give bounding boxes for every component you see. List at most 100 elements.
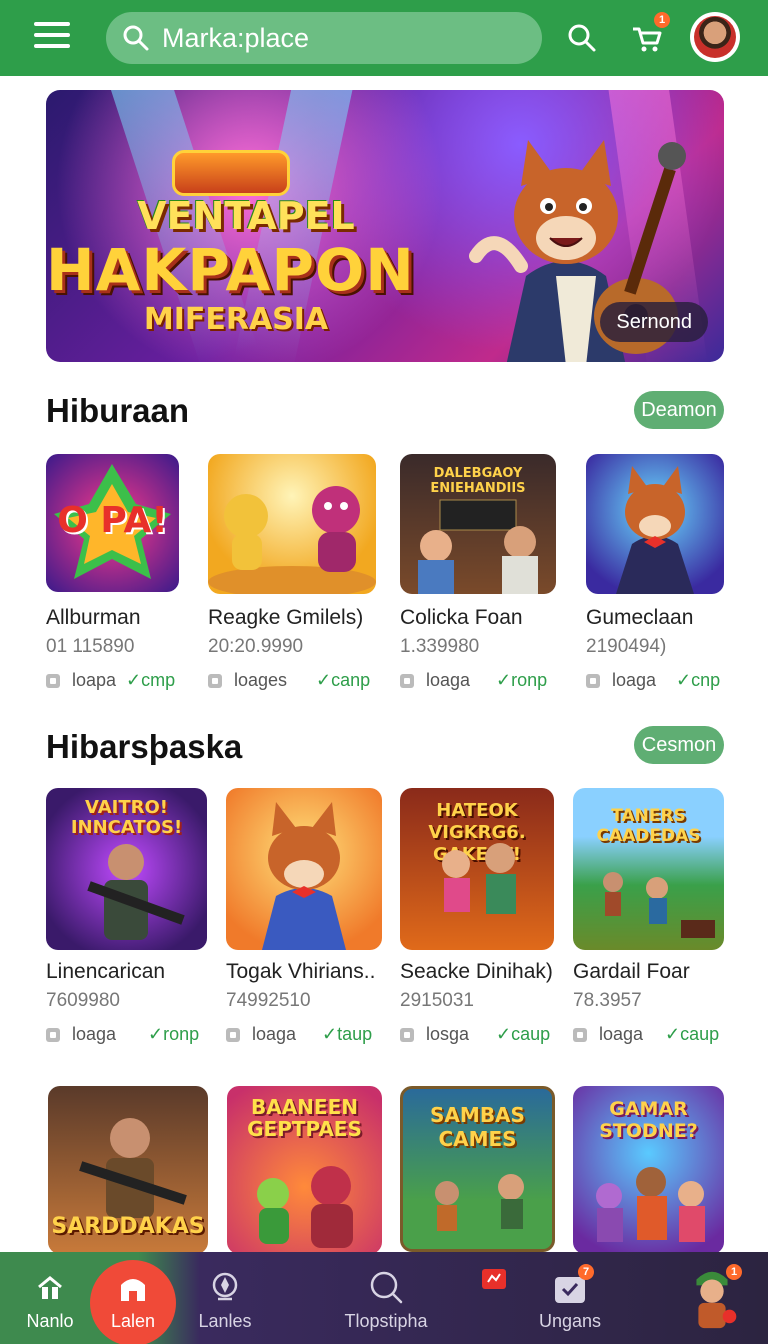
game-thumbnail[interactable]: SARDDAKAS bbox=[48, 1086, 208, 1254]
section1-more-button[interactable]: Deamon bbox=[634, 391, 724, 429]
jungle-kids-art bbox=[435, 1174, 524, 1231]
tag-icon bbox=[573, 1027, 587, 1042]
game-title: Colicka Foan bbox=[400, 606, 523, 629]
banner-action-button[interactable]: Sernond bbox=[600, 302, 708, 342]
nav-label: Ungans bbox=[538, 1311, 602, 1331]
game-thumbnail[interactable]: HATEOK VIGKRG6. GAKEAT! bbox=[400, 788, 554, 950]
nav-item-character[interactable]: 1 bbox=[680, 1252, 744, 1344]
game-title: Gardail Foar bbox=[573, 960, 690, 983]
game-meta: loapa ✓cmp bbox=[46, 670, 196, 691]
search-icon bbox=[568, 24, 596, 52]
nav-label: Lalen bbox=[110, 1311, 156, 1331]
game-tag: loaga bbox=[72, 1024, 117, 1044]
game-meta: loages ✓canp bbox=[208, 670, 378, 691]
game-thumbnail[interactable]: GAMAR STODNE? bbox=[573, 1086, 724, 1254]
tag-icon bbox=[46, 1027, 60, 1042]
avatar-image bbox=[694, 16, 736, 58]
game-thumbnail[interactable]: O PA! bbox=[46, 454, 179, 592]
nav-item-home[interactable]: Nanlo bbox=[18, 1252, 82, 1344]
game-status: ✓ronp bbox=[148, 1024, 200, 1044]
tag-icon bbox=[208, 673, 222, 688]
soldier-art bbox=[87, 844, 185, 940]
game-meta: loaga ✓ronp bbox=[400, 670, 560, 691]
game-tag: loaga bbox=[252, 1024, 297, 1044]
menu-icon-bar bbox=[34, 44, 70, 48]
avatar[interactable] bbox=[690, 12, 740, 62]
game-thumbnail[interactable] bbox=[226, 788, 382, 950]
game-status: ✓cnp bbox=[676, 670, 721, 690]
game-number: 1.339980 bbox=[400, 636, 480, 657]
game-title: Linencarican bbox=[46, 960, 166, 983]
search-button[interactable] bbox=[558, 14, 606, 62]
nav-label: Tlopstipha bbox=[344, 1311, 428, 1331]
game-meta: losga ✓caup bbox=[400, 1024, 556, 1045]
gift-icon bbox=[482, 1269, 506, 1289]
game-tag: loages bbox=[234, 670, 288, 690]
banner-crest bbox=[172, 150, 290, 196]
game-number: 20:20.9990 bbox=[208, 636, 304, 657]
nav-item-store[interactable]: Lalen bbox=[95, 1252, 171, 1344]
game-thumbnail[interactable]: VAITRO! INNCATOS! bbox=[46, 788, 207, 950]
tag-icon bbox=[226, 1027, 240, 1042]
nav-item-search[interactable]: Tlopstipha bbox=[336, 1252, 436, 1344]
cart-button[interactable]: 1 bbox=[622, 12, 670, 62]
game-tag: loapa bbox=[72, 670, 117, 690]
game-thumbnail[interactable] bbox=[208, 454, 376, 594]
banner-title-line3: MIFERASIA bbox=[143, 302, 329, 337]
banner-title-line2: HAKPAPON bbox=[46, 236, 415, 304]
banner-title-line1: VENTAPEL bbox=[137, 194, 355, 238]
search-input[interactable] bbox=[162, 22, 522, 54]
fox-cheer-art bbox=[262, 802, 346, 950]
menu-button[interactable] bbox=[34, 22, 70, 52]
section2-more-button[interactable]: Cesmon bbox=[634, 726, 724, 764]
game-number: 2190494) bbox=[586, 636, 667, 657]
game-title: Togak Vhirians.. bbox=[226, 960, 376, 983]
game-number: 7609980 bbox=[46, 990, 120, 1011]
game-number: 74992510 bbox=[226, 990, 311, 1011]
group-characters-art bbox=[596, 1167, 705, 1242]
game-meta: loaga ✓taup bbox=[226, 1024, 376, 1045]
tag-icon bbox=[400, 1027, 414, 1042]
tag-icon bbox=[46, 673, 60, 688]
tag-icon bbox=[400, 673, 414, 688]
nav-item-inbox[interactable]: 7 Ungans bbox=[530, 1252, 610, 1344]
game-status: ✓caup bbox=[496, 1024, 551, 1044]
menu-icon bbox=[34, 22, 70, 26]
game-thumbnail[interactable]: DALEBGAOY ENIEHANDIIS bbox=[400, 454, 556, 594]
game-meta: loaga ✓ronp bbox=[46, 1024, 206, 1045]
game-number: 78.3957 bbox=[573, 990, 642, 1011]
cartoon-characters-art bbox=[257, 1166, 353, 1248]
nav-label: Nanlo bbox=[26, 1311, 74, 1331]
game-thumbnail[interactable]: BAANEEN GEPTPAES bbox=[227, 1086, 382, 1254]
game-status: ✓taup bbox=[322, 1024, 373, 1044]
cartoon-characters-art bbox=[208, 486, 376, 594]
home-icon bbox=[38, 1276, 62, 1299]
jungle-kids-art bbox=[603, 872, 715, 938]
section-title-hibarsbaska: Hibarsþaska bbox=[46, 728, 243, 765]
game-status: ✓caup bbox=[665, 1024, 720, 1044]
game-meta: loaga ✓caup bbox=[573, 1024, 723, 1045]
game-tag: loaga bbox=[612, 670, 657, 690]
search-icon bbox=[123, 25, 149, 51]
game-status: ✓cmp bbox=[126, 670, 176, 690]
search-bar[interactable] bbox=[106, 12, 542, 64]
game-title: Seacke Dinihak) bbox=[400, 960, 553, 983]
game-title: Reagke Gmilels) bbox=[208, 606, 364, 629]
game-thumbnail[interactable] bbox=[586, 454, 724, 594]
nav-item-explore[interactable]: Lanles bbox=[190, 1252, 260, 1344]
game-title: Allburman bbox=[46, 606, 141, 629]
section-title-hiburaan: Hiburaan bbox=[46, 392, 190, 429]
game-thumbnail[interactable]: TANERS CAADEDAS bbox=[573, 788, 724, 950]
nav-item-gift[interactable] bbox=[472, 1252, 516, 1344]
game-meta: loaga ✓cnp bbox=[586, 670, 724, 691]
store-icon bbox=[121, 1279, 145, 1301]
search-icon bbox=[370, 1271, 403, 1304]
game-status: ✓canp bbox=[316, 670, 371, 690]
notification-badge: 1 bbox=[654, 12, 670, 28]
thumbnail-caption: SARDDAKAS bbox=[51, 1214, 205, 1239]
fox-hero-art bbox=[616, 466, 694, 594]
thumbnail-caption: O PA! bbox=[57, 500, 168, 541]
game-tag: losga bbox=[426, 1024, 470, 1044]
game-thumbnail[interactable]: SAMBAS CAMES bbox=[400, 1086, 555, 1252]
featured-banner[interactable]: VENTAPEL HAKPAPON MIFERASIA Sernond bbox=[46, 90, 724, 362]
